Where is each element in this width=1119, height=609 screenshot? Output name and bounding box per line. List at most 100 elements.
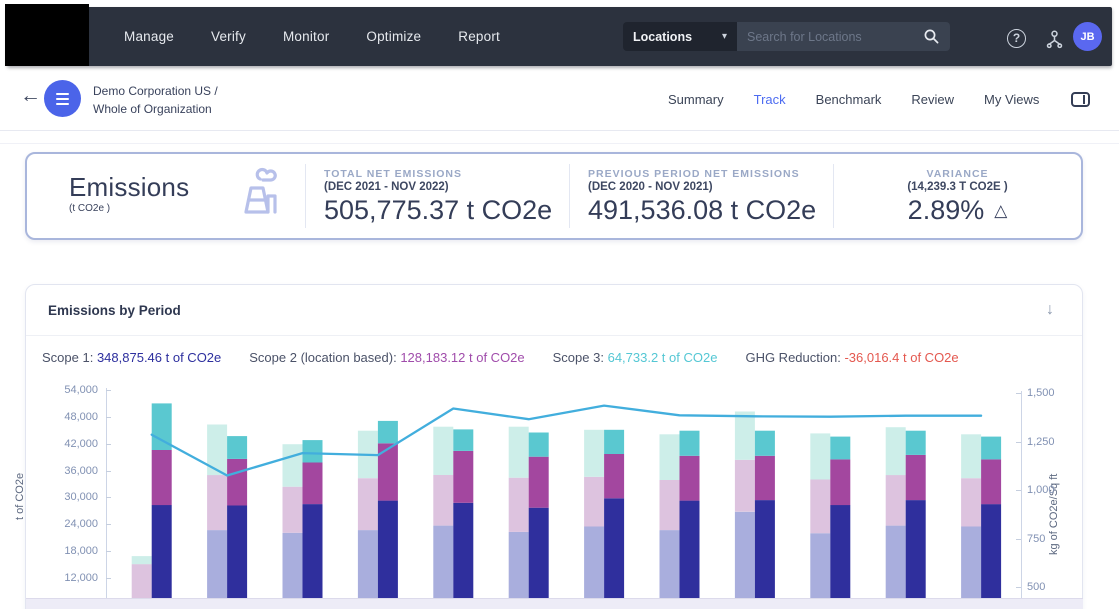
bar-curr-seg2[interactable]	[755, 456, 775, 500]
bar-curr-seg1[interactable]	[227, 506, 247, 599]
breadcrumb-org[interactable]: Demo Corporation US /	[93, 82, 218, 100]
bar-prev-seg1[interactable]	[584, 527, 604, 599]
bar-curr-seg2[interactable]	[906, 455, 926, 500]
tab-review[interactable]: Review	[911, 92, 954, 107]
bar-curr-seg2[interactable]	[152, 450, 172, 505]
search-input[interactable]	[747, 30, 923, 44]
download-icon[interactable]: ↓	[1046, 301, 1054, 319]
bar-curr-seg1[interactable]	[303, 504, 323, 598]
org-menu-button[interactable]	[44, 80, 81, 117]
bar-curr-seg1[interactable]	[680, 501, 700, 598]
bar-curr-seg2[interactable]	[981, 459, 1001, 504]
bar-curr-seg2[interactable]	[227, 459, 247, 506]
bar-curr-seg3[interactable]	[755, 431, 775, 456]
factory-emissions-icon	[233, 166, 283, 223]
bar-curr-seg1[interactable]	[830, 505, 850, 598]
tab-benchmark[interactable]: Benchmark	[816, 92, 882, 107]
bar-prev-seg3[interactable]	[132, 556, 152, 564]
bar-curr-seg3[interactable]	[604, 430, 624, 454]
locations-dropdown[interactable]: Locations ▾	[623, 22, 737, 51]
bar-prev-seg3[interactable]	[886, 427, 906, 475]
bar-prev-seg3[interactable]	[283, 444, 303, 487]
bar-prev-seg1[interactable]	[735, 512, 755, 598]
metric-period: (DEC 2020 - NOV 2021)	[588, 181, 833, 193]
tab-summary[interactable]: Summary	[668, 92, 724, 107]
bar-curr-seg1[interactable]	[906, 500, 926, 598]
bar-prev-seg3[interactable]	[584, 430, 604, 477]
bar-curr-seg2[interactable]	[453, 451, 473, 503]
bar-prev-seg1[interactable]	[358, 530, 378, 598]
bar-curr-seg2[interactable]	[604, 454, 624, 498]
bar-prev-seg2[interactable]	[810, 480, 830, 534]
bar-curr-seg2[interactable]	[830, 459, 850, 505]
bar-prev-seg2[interactable]	[660, 480, 680, 530]
bar-curr-seg1[interactable]	[152, 505, 172, 598]
bar-prev-seg3[interactable]	[433, 427, 453, 475]
bar-prev-seg3[interactable]	[735, 412, 755, 460]
tab-track[interactable]: Track	[754, 92, 786, 107]
bar-prev-seg2[interactable]	[207, 475, 227, 530]
bar-curr-seg1[interactable]	[981, 504, 1001, 598]
bar-prev-seg2[interactable]	[283, 487, 303, 533]
bar-prev-seg1[interactable]	[886, 526, 906, 598]
legend-scope-2[interactable]: Scope 2 (location based): 128,183.12 t o…	[249, 350, 524, 365]
bar-prev-seg3[interactable]	[810, 433, 830, 479]
bar-prev-seg2[interactable]	[132, 564, 152, 598]
back-arrow-icon[interactable]: ←	[20, 84, 41, 108]
bar-curr-seg1[interactable]	[378, 501, 398, 598]
avatar[interactable]: JB	[1073, 22, 1102, 51]
bar-prev-seg1[interactable]	[961, 527, 981, 599]
tab-my-views[interactable]: My Views	[984, 92, 1039, 107]
breadcrumb-scope[interactable]: Whole of Organization	[93, 100, 218, 118]
bar-prev-seg1[interactable]	[207, 530, 227, 598]
bar-prev-seg2[interactable]	[509, 478, 529, 532]
bar-prev-seg2[interactable]	[735, 460, 755, 512]
bar-prev-seg1[interactable]	[509, 532, 529, 598]
bar-prev-seg2[interactable]	[584, 477, 604, 527]
bar-prev-seg2[interactable]	[433, 475, 453, 526]
legend-ghg-reduction[interactable]: GHG Reduction: -36,016.4 t of CO2e	[745, 350, 958, 365]
bar-prev-seg1[interactable]	[283, 533, 303, 598]
help-icon[interactable]: ?	[1007, 29, 1026, 48]
bar-curr-seg3[interactable]	[680, 431, 700, 456]
nav-item-verify[interactable]: Verify	[211, 29, 246, 44]
bar-prev-seg3[interactable]	[509, 427, 529, 478]
bar-curr-seg3[interactable]	[378, 421, 398, 443]
bar-curr-seg1[interactable]	[604, 498, 624, 598]
bar-curr-seg2[interactable]	[303, 463, 323, 505]
nav-item-optimize[interactable]: Optimize	[366, 29, 421, 44]
bar-prev-seg2[interactable]	[886, 475, 906, 526]
bar-curr-seg3[interactable]	[303, 440, 323, 462]
bar-curr-seg3[interactable]	[906, 431, 926, 455]
bar-prev-seg3[interactable]	[961, 434, 981, 478]
bar-curr-seg3[interactable]	[453, 429, 473, 451]
legend-scope-1[interactable]: Scope 1: 348,875.46 t of CO2e	[42, 350, 221, 365]
bar-curr-seg1[interactable]	[755, 500, 775, 598]
metric-period: (DEC 2021 - NOV 2022)	[324, 181, 569, 193]
bar-curr-seg3[interactable]	[529, 433, 549, 457]
bar-prev-seg1[interactable]	[810, 533, 830, 598]
bar-prev-seg3[interactable]	[660, 434, 680, 480]
bar-prev-seg2[interactable]	[358, 478, 378, 530]
total-net-emissions: TOTAL NET EMISSIONS (DEC 2021 - NOV 2022…	[306, 154, 569, 238]
hierarchy-icon[interactable]	[1044, 29, 1065, 55]
bar-curr-seg3[interactable]	[830, 437, 850, 460]
bar-prev-seg2[interactable]	[961, 478, 981, 526]
bar-curr-seg1[interactable]	[529, 508, 549, 598]
bar-curr-seg3[interactable]	[227, 436, 247, 459]
bar-curr-seg1[interactable]	[453, 503, 473, 598]
bar-curr-seg2[interactable]	[680, 456, 700, 501]
bar-prev-seg1[interactable]	[660, 530, 680, 598]
nav-item-monitor[interactable]: Monitor	[283, 29, 329, 44]
nav-item-report[interactable]: Report	[458, 29, 500, 44]
bar-curr-seg2[interactable]	[529, 457, 549, 508]
panel-toggle-icon[interactable]	[1071, 92, 1090, 107]
header-divider	[0, 130, 1119, 131]
bar-prev-seg1[interactable]	[433, 526, 453, 598]
search-icon[interactable]	[923, 28, 940, 45]
intensity-line	[152, 406, 981, 476]
bar-curr-seg3[interactable]	[981, 437, 1001, 460]
legend-scope-3[interactable]: Scope 3: 64,733.2 t of CO2e	[553, 350, 718, 365]
view-tabs: Summary Track Benchmark Review My Views	[668, 92, 1090, 107]
nav-item-manage[interactable]: Manage	[124, 29, 174, 44]
